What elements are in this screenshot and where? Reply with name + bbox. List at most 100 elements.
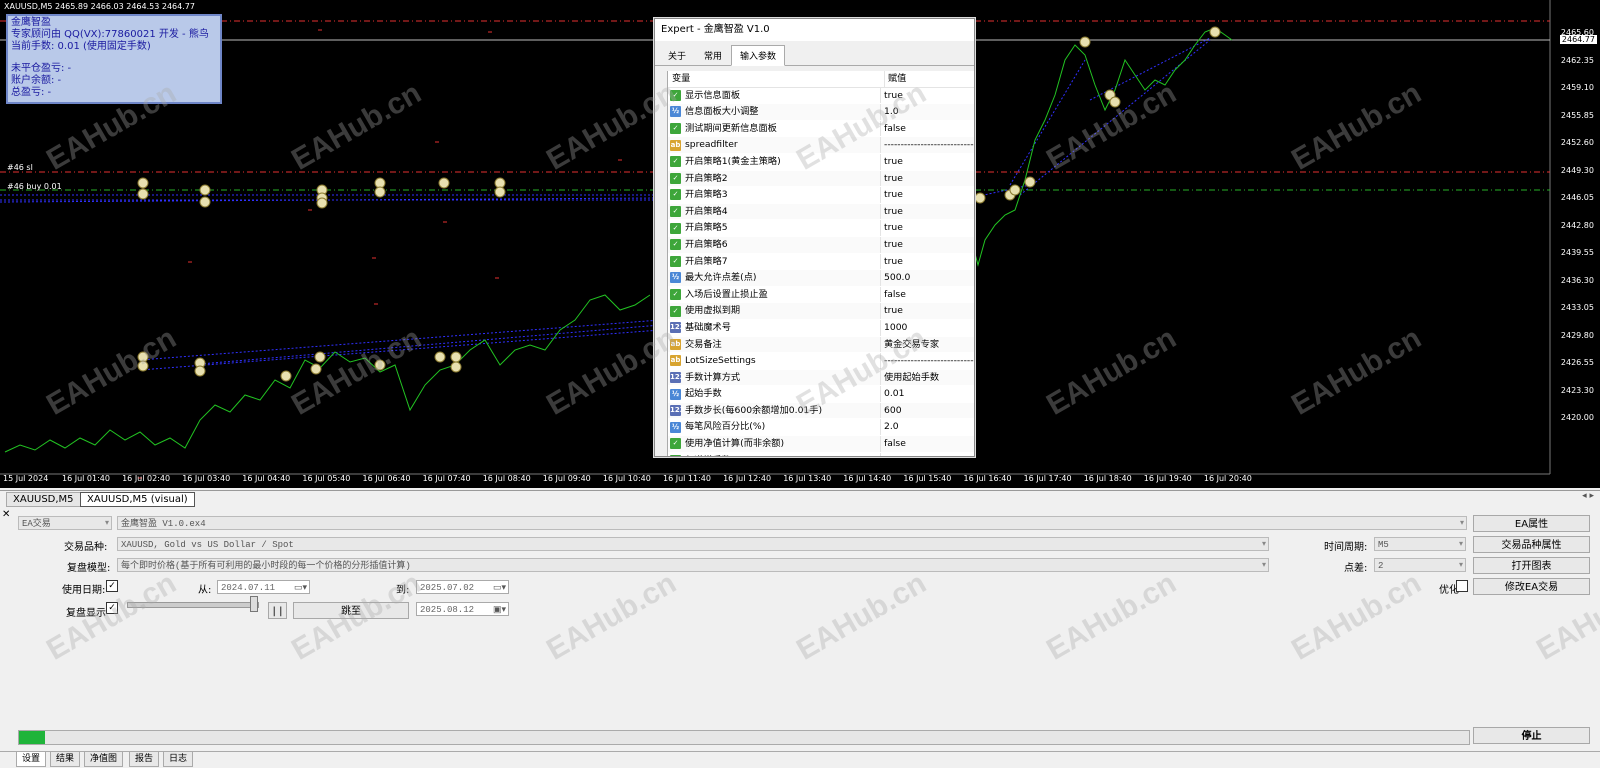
bool-type-icon: ✓ [670,222,681,234]
input-param-row[interactable]: 123 基础魔术号 1000 [668,319,974,337]
param-value[interactable]: false [881,436,974,452]
to-date-input[interactable]: 2025.07.02 ▭▾ [416,580,509,594]
model-value: 每个即时价格(基于所有可利用的最小时段的每一个价格的分形插值计算) [121,561,411,571]
param-value[interactable]: 2.0 [881,419,974,435]
param-value[interactable]: 黄金交易专家 [881,337,974,353]
input-param-row[interactable]: ✓ 开启策略7 true [668,253,974,271]
speed-slider-track[interactable] [127,602,259,608]
param-name: 使用净值计算(而非余额) [685,438,785,450]
chart-symbol-line: XAUUSD,M5 2465.89 2466.03 2464.53 2464.7… [4,2,195,11]
symbol-select[interactable]: XAUUSD, Gold vs US Dollar / Spot ▾ [117,537,1269,551]
tab-results[interactable]: 结果 [50,752,81,767]
spread-select[interactable]: 2 ▾ [1374,558,1466,572]
input-param-row[interactable]: ab LotSizeSettings -----------------------… [668,353,974,370]
period-select[interactable]: M5 ▾ [1374,537,1466,551]
column-variable[interactable]: 变量 [668,71,885,87]
tab-inputs[interactable]: 输入参数 [731,45,786,66]
input-param-row[interactable]: ✓ 测试期间更新信息面板 false [668,120,974,138]
input-param-row[interactable]: ✓ 显示信息面板 true [668,87,974,105]
param-value[interactable]: 0.01 [881,386,974,402]
pause-button[interactable]: | | [268,602,287,619]
close-icon[interactable]: ✕ [2,509,10,520]
model-select[interactable]: 每个即时价格(基于所有可利用的最小时段的每一个价格的分形插值计算) ▾ [117,558,1269,572]
input-param-row[interactable]: ✓ 使用净值计算(而非余额) false [668,436,974,453]
chart-tab-main[interactable]: XAUUSD,M5 [6,492,81,507]
param-value[interactable]: true [881,204,974,220]
param-value[interactable]: 500.0 [881,270,974,286]
inputs-table[interactable]: 变量 赋值 ✓ 显示信息面板 true ½ 信息面板大小调整 1.0 ✓ 测试期间更新信息面板… [667,71,974,456]
from-date-input[interactable]: 2024.07.11 ▭▾ [217,580,310,594]
expert-select[interactable]: 金鹰智盈 V1.0.ex4 ▾ [117,516,1467,530]
param-value[interactable]: 1.0 [881,104,974,120]
param-value[interactable]: true [881,237,974,253]
column-value[interactable]: 赋值 [885,71,974,87]
input-param-row[interactable]: ✓ 开启策略2 true [668,170,974,188]
price-line-right [959,27,1233,267]
open-chart-button[interactable]: 打开图表 [1473,557,1590,574]
chart-tab-visual[interactable]: XAUUSD,M5 (visual) [80,492,195,507]
speed-slider-thumb[interactable] [250,596,258,612]
input-param-row[interactable]: ab spreadfilter --------------------------… [668,137,974,154]
tab-settings[interactable]: 设置 [16,752,47,767]
calendar-icon[interactable]: ▣▾ [493,603,506,617]
param-value[interactable]: true [881,187,974,203]
tab-common[interactable]: 常用 [695,45,731,65]
param-value[interactable]: true [881,154,974,170]
expert-value: 金鹰智盈 V1.0.ex4 [121,519,206,529]
tab-journal[interactable]: 日志 [163,752,194,767]
input-param-row[interactable]: ✓ 开启策略1(黄金主策略) true [668,153,974,171]
param-value[interactable]: true [881,453,974,456]
input-param-row[interactable]: ½ 最大允许点差(点) 500.0 [668,270,974,287]
input-param-row[interactable]: ½ 起始手数 0.01 [668,386,974,403]
expert-properties-dialog[interactable]: Expert - 金鹰智盈 V1.0 关于 常用 输入参数 变量 赋值 ✓ 显示信… [654,18,975,457]
modify-expert-button[interactable]: 修改EA交易 [1473,578,1590,595]
use-date-checkbox[interactable]: ✓ [106,580,118,592]
stop-button[interactable]: 停止 [1473,727,1590,744]
optimize-checkbox[interactable] [1456,580,1468,592]
param-value[interactable]: true [881,303,974,319]
input-param-row[interactable]: 123 手数计算方式 使用起始手数 [668,369,974,387]
param-value[interactable]: true [881,171,974,187]
param-value[interactable]: 600 [881,403,974,419]
skip-to-button[interactable]: 跳至 [293,602,409,619]
param-value[interactable]: ------------------------------- [881,353,974,369]
param-value[interactable]: ------------------------------- [881,137,974,153]
expert-properties-button[interactable]: EA属性 [1473,515,1590,532]
param-value[interactable]: false [881,121,974,137]
input-param-row[interactable]: ½ 每笔风险百分比(%) 2.0 [668,419,974,437]
tab-equity-graph[interactable]: 净值图 [84,752,124,767]
input-param-row[interactable]: ✓ 开启策略3 true [668,187,974,204]
param-name: 交易备注 [685,338,722,350]
input-param-row[interactable]: ½ 信息面板大小调整 1.0 [668,104,974,121]
param-value[interactable]: true [881,220,974,236]
tab-scroll-arrows-icon[interactable]: ◂ ▸ [1582,491,1594,501]
input-param-row[interactable]: ✓ 使用虚拟到期 true [668,303,974,320]
param-value[interactable]: true [881,88,974,104]
visual-mode-checkbox[interactable]: ✓ [106,602,118,614]
spread-label: 点差: [1344,563,1368,574]
symbol-properties-button[interactable]: 交易品种属性 [1473,536,1590,553]
param-value[interactable]: true [881,254,974,270]
input-param-row[interactable]: ✓ 入场后设置止损止盈 false [668,286,974,304]
param-name: spreadfilter [685,139,738,151]
calendar-icon[interactable]: ▭▾ [493,581,506,595]
input-param-row[interactable]: 123 手数步长(每600余额增加0.01手) 600 [668,402,974,420]
tab-report[interactable]: 报告 [129,752,160,767]
price-chart[interactable]: XAUUSD,M5 2465.89 2466.03 2464.53 2464.7… [0,0,1600,488]
param-value[interactable]: false [881,287,974,303]
input-param-row[interactable]: ✓ 开启策略5 true [668,220,974,237]
tab-about[interactable]: 关于 [659,45,695,65]
symbol-value: XAUUSD, Gold vs US Dollar / Spot [121,540,294,550]
input-param-row[interactable]: ✓ 仅递增手数 true [668,452,974,456]
param-name: 显示信息面板 [685,89,741,101]
param-value[interactable]: 使用起始手数 [881,370,974,386]
input-param-row[interactable]: ✓ 开启策略6 true [668,236,974,254]
trade-marker-icon [194,365,206,377]
bool-type-icon: ✓ [670,255,681,267]
skip-date-input[interactable]: 2025.08.12 ▣▾ [416,602,509,616]
mode-select[interactable]: EA交易 ▾ [18,516,112,530]
input-param-row[interactable]: ab 交易备注 黄金交易专家 [668,336,974,354]
input-param-row[interactable]: ✓ 开启策略4 true [668,203,974,221]
calendar-icon[interactable]: ▭▾ [294,581,307,595]
param-value[interactable]: 1000 [881,320,974,336]
